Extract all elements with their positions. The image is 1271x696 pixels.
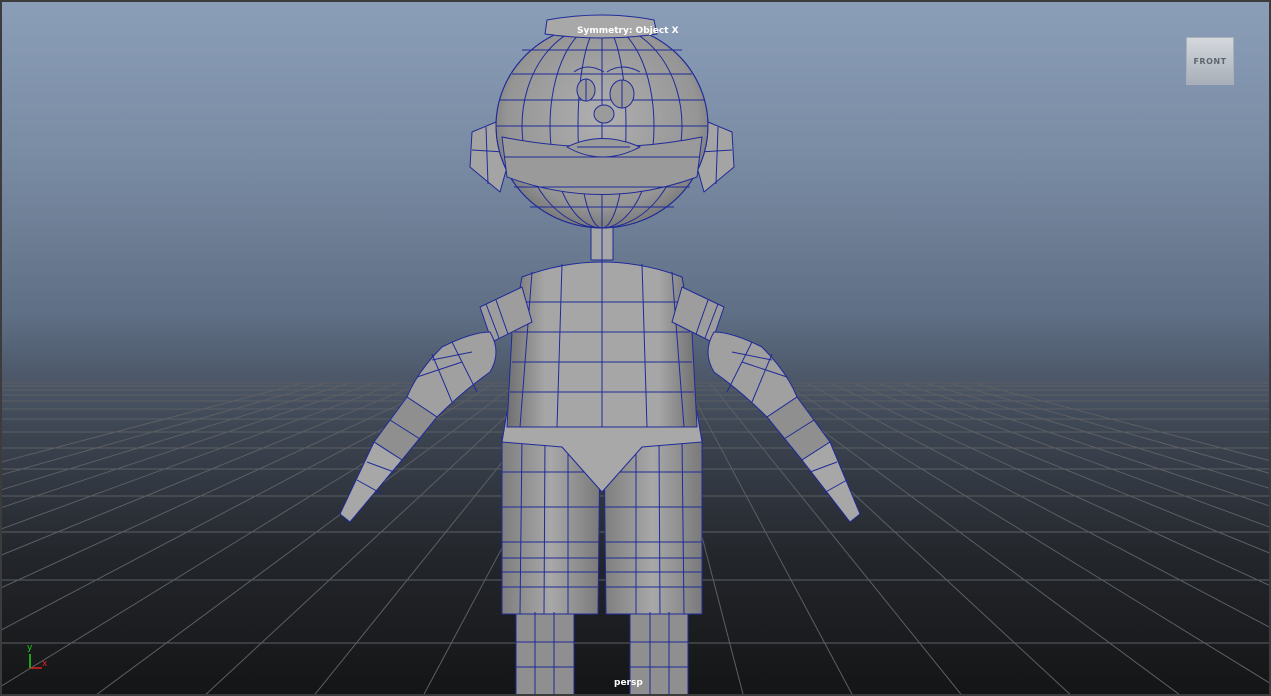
character-mesh[interactable] xyxy=(339,14,861,696)
camera-label: persp xyxy=(614,678,643,688)
view-cube[interactable]: FRONT xyxy=(1186,37,1234,85)
axis-gizmo: y x xyxy=(20,642,56,674)
view-cube-label: FRONT xyxy=(1193,56,1227,66)
symmetry-label: Symmetry: Object X xyxy=(577,26,679,36)
torso[interactable] xyxy=(506,260,698,428)
neck[interactable] xyxy=(590,223,614,261)
scene-canvas[interactable] xyxy=(2,2,1271,696)
axis-gizmo-lines xyxy=(29,654,42,669)
viewport-persp[interactable]: Symmetry: Object X FRONT y x persp xyxy=(0,0,1271,696)
head[interactable] xyxy=(495,23,709,229)
right-leg[interactable] xyxy=(603,436,703,696)
axis-y-label: y xyxy=(27,643,33,653)
axis-x-label: x xyxy=(42,659,48,669)
left-leg[interactable] xyxy=(501,436,601,696)
